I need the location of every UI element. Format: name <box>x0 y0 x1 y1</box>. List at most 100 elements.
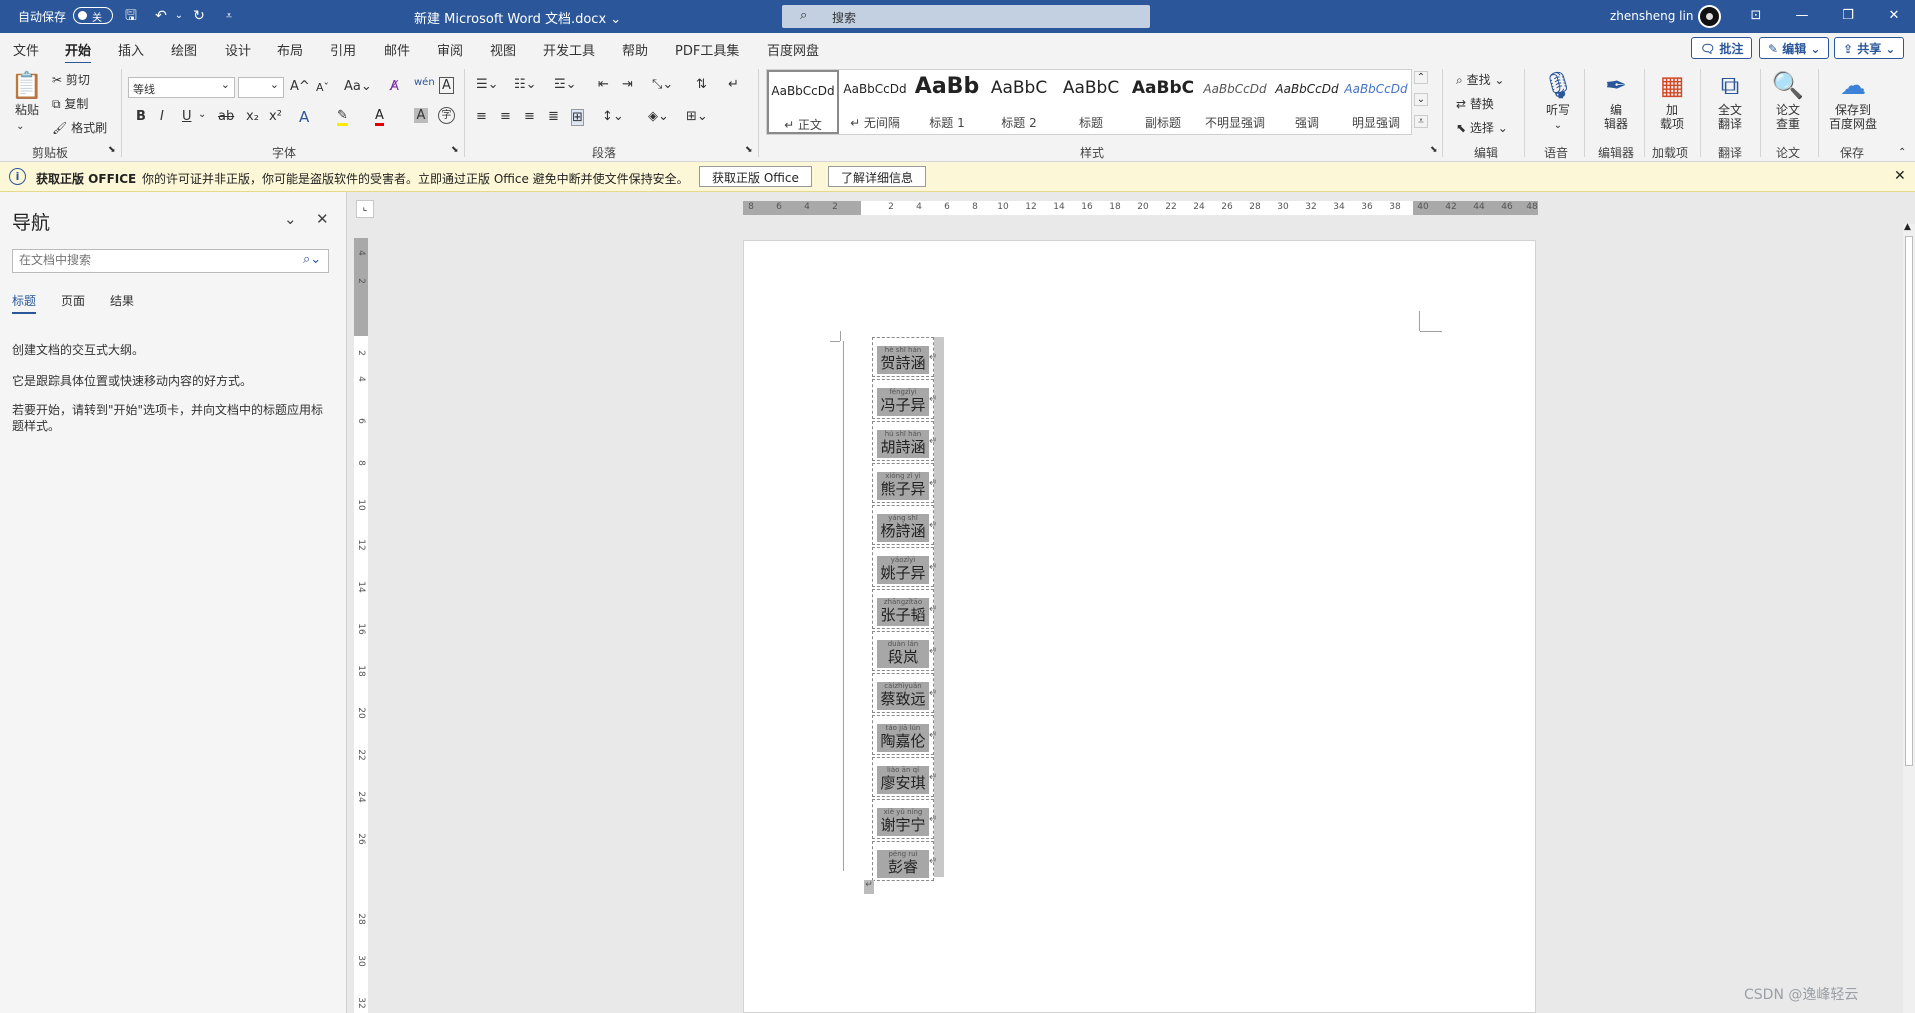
style-intense-emphasis[interactable]: AaBbCcDd 明显强调 <box>1343 70 1409 134</box>
translate-button[interactable]: ⧉ 全文 翻译 <box>1708 69 1752 131</box>
style-normal[interactable]: AaBbCcDd ↵ 正文 <box>767 70 839 134</box>
paste-dropdown-icon[interactable]: ⌄ <box>16 121 24 132</box>
search-icon[interactable]: ⌕⌄ <box>303 252 321 267</box>
clipboard-launcher-icon[interactable]: ⬊ <box>108 145 116 155</box>
name-cell[interactable]: 谢宇宁 xiè yǔ níng ↵ <box>872 799 937 839</box>
format-painter-button[interactable]: 🖌 格式刷 <box>52 119 107 136</box>
italic-icon[interactable]: I <box>160 109 164 124</box>
justify-icon[interactable]: ≣ <box>548 109 559 124</box>
style-subtle-emphasis[interactable]: AaBbCcDd 不明显强调 <box>1199 70 1271 134</box>
name-cell[interactable]: 胡詩涵 hú shī hán ↵ <box>872 421 937 461</box>
text-effects-icon[interactable]: A <box>299 108 309 126</box>
tab-home[interactable]: 开始 <box>65 40 92 65</box>
customize-qat-icon[interactable]: ⩡ <box>220 7 238 25</box>
vertical-ruler[interactable]: 4 2 2 4 6 8 10 12 14 16 18 20 22 24 26 2… <box>354 238 368 1013</box>
addins-button[interactable]: ▦ 加 载项 <box>1652 69 1692 131</box>
character-shading-icon[interactable]: A <box>414 108 428 123</box>
name-cell[interactable]: 杨詩涵 yáng shī hán ↵ <box>872 505 937 545</box>
style-subtitle[interactable]: AaBbC 副标题 <box>1127 70 1199 134</box>
close-icon[interactable]: ✕ <box>1884 6 1904 26</box>
restore-icon[interactable]: ❐ <box>1838 6 1858 26</box>
tab-view[interactable]: 视图 <box>490 40 516 59</box>
gallery-up-icon[interactable]: ⌃ <box>1414 71 1428 84</box>
nav-tab-headings[interactable]: 标题 <box>12 292 37 314</box>
dictate-button[interactable]: 🎙 听写 ⌄ <box>1540 69 1576 133</box>
name-cell[interactable]: 廖安琪 liào ān qí ↵ <box>872 757 937 797</box>
document-title[interactable]: 新建 Microsoft Word 文档.docx ⌄ <box>414 8 621 27</box>
close-icon[interactable]: ✕ <box>316 210 329 228</box>
name-cell[interactable]: 冯子异 féngzǐyì ↵ <box>872 379 937 419</box>
tab-insert[interactable]: 插入 <box>118 40 144 59</box>
comment-button[interactable]: 🗨 批注 <box>1691 37 1753 59</box>
bullets-icon[interactable]: ☰⌄ <box>476 77 499 92</box>
ribbon-display-icon[interactable]: ⊡ <box>1746 6 1766 26</box>
minimize-icon[interactable]: — <box>1792 6 1812 26</box>
font-launcher-icon[interactable]: ⬊ <box>451 145 459 155</box>
style-title[interactable]: AaBbC 标题 <box>1055 70 1127 134</box>
scroll-up-icon[interactable]: ▲ <box>1904 222 1911 232</box>
align-left-icon[interactable]: ≡ <box>476 109 487 124</box>
character-border-icon[interactable]: A <box>439 77 454 94</box>
tab-review[interactable]: 审阅 <box>437 40 463 59</box>
borders-icon[interactable]: ⊞⌄ <box>686 109 708 124</box>
save-to-netdisk-button[interactable]: ☁ 保存到 百度网盘 <box>1824 69 1882 131</box>
bold-icon[interactable]: B <box>136 109 146 124</box>
nav-search-box[interactable]: ⌕⌄ <box>12 249 329 273</box>
tab-references[interactable]: 引用 <box>330 40 356 59</box>
nav-search-input[interactable] <box>19 253 289 267</box>
numbering-icon[interactable]: ☷⌄ <box>514 77 537 92</box>
name-cell[interactable]: 陶嘉伦 táo jiā lún ↵ <box>872 715 937 755</box>
tab-developer[interactable]: 开发工具 <box>543 40 595 59</box>
name-cell[interactable]: 贺詩涵 hè shī hán ↵ <box>872 337 937 377</box>
font-color-icon[interactable]: A <box>375 108 384 126</box>
replace-button[interactable]: ⇄ 替换 <box>1456 95 1494 112</box>
style-no-spacing[interactable]: AaBbCcDd ↵ 无间隔 <box>839 70 911 134</box>
nav-tab-pages[interactable]: 页面 <box>61 292 85 309</box>
strikethrough-icon[interactable]: ab <box>218 109 234 124</box>
distributed-icon[interactable]: ⊞ <box>571 109 584 126</box>
name-cell[interactable]: 彭睿 péng ruì ↵ <box>872 841 937 881</box>
tab-design[interactable]: 设计 <box>225 40 251 59</box>
autosave-toggle[interactable]: 关 <box>73 7 113 24</box>
shading-icon[interactable]: ◈⌄ <box>648 109 669 124</box>
document-page[interactable] <box>743 240 1536 1013</box>
subscript-icon[interactable]: x₂ <box>246 109 259 124</box>
enclose-characters-icon[interactable]: 字 <box>438 107 455 124</box>
align-center-icon[interactable]: ≡ <box>500 109 511 124</box>
scrollbar-thumb[interactable] <box>1905 236 1913 766</box>
collapse-ribbon-icon[interactable]: ⌃ <box>1898 147 1906 158</box>
align-right-icon[interactable]: ≡ <box>524 109 535 124</box>
style-emphasis[interactable]: AaBbCcDd 强调 <box>1271 70 1343 134</box>
tab-help[interactable]: 帮助 <box>622 40 648 59</box>
chinese-layout-icon[interactable]: ⤡⌄ <box>652 77 673 92</box>
select-button[interactable]: ⬉ 选择 ⌄ <box>1456 119 1508 136</box>
show-marks-icon[interactable]: ↵ <box>728 77 739 92</box>
paste-button[interactable]: 📋 粘贴 <box>10 69 44 117</box>
sort-icon[interactable]: ⇅ <box>696 77 707 92</box>
share-button[interactable]: ⇪ 共享 ⌄ <box>1834 37 1905 59</box>
close-icon[interactable]: ✕ <box>1894 168 1906 184</box>
name-cell[interactable]: 段岚 duàn lán ↵ <box>872 631 937 671</box>
style-heading-2[interactable]: AaBbC 标题 2 <box>983 70 1055 134</box>
tab-selector[interactable]: ⌞ <box>356 200 374 218</box>
underline-dropdown-icon[interactable]: ⌄ <box>198 109 206 120</box>
horizontal-ruler[interactable]: 8 6 4 2 2 4 6 8 10 12 14 16 18 20 22 24 … <box>743 201 1538 215</box>
name-cell[interactable]: 张子韬 zhāngzǐtāo ↵ <box>872 589 937 629</box>
tab-baidu-netdisk[interactable]: 百度网盘 <box>767 40 819 59</box>
tab-layout[interactable]: 布局 <box>277 40 303 59</box>
multilevel-list-icon[interactable]: ☲⌄ <box>554 77 577 92</box>
style-heading-1[interactable]: AaBb 标题 1 <box>911 70 983 134</box>
vertical-scrollbar[interactable]: ▲ <box>1903 222 1915 1013</box>
get-genuine-button[interactable]: 获取正版 Office <box>699 166 812 187</box>
name-cell[interactable]: 熊子异 xióng zǐ yì ↵ <box>872 463 937 503</box>
decrease-indent-icon[interactable]: ⇤ <box>598 77 609 92</box>
tab-pdf-tools[interactable]: PDF工具集 <box>675 40 739 59</box>
phonetic-guide-icon[interactable]: wén <box>414 77 435 88</box>
avatar[interactable] <box>1698 5 1721 28</box>
nav-tab-results[interactable]: 结果 <box>110 292 134 309</box>
superscript-icon[interactable]: x² <box>269 109 282 124</box>
increase-indent-icon[interactable]: ⇥ <box>622 77 633 92</box>
tab-mailings[interactable]: 邮件 <box>384 40 410 59</box>
cut-button[interactable]: ✂ 剪切 <box>52 71 90 88</box>
clear-formatting-icon[interactable]: A̸ <box>390 79 399 94</box>
